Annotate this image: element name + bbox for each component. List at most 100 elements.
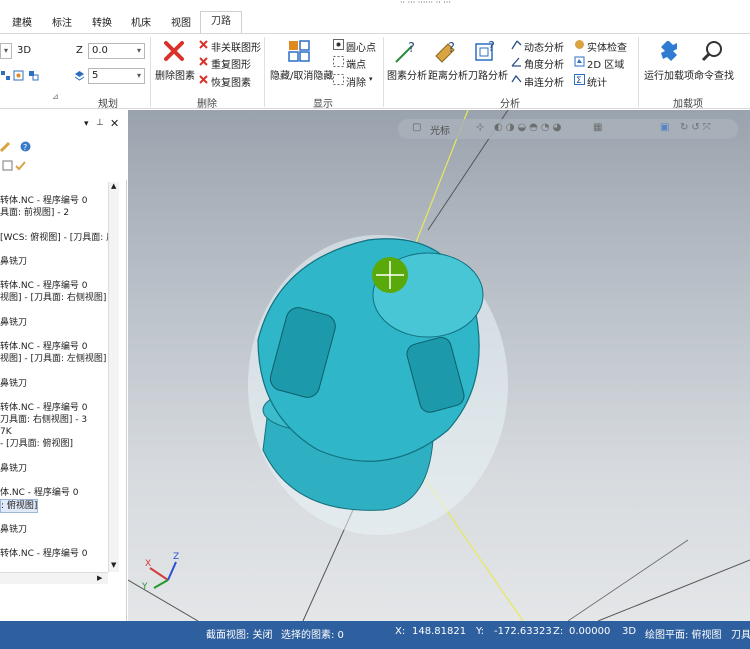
tree-line[interactable]: 鼻铣刀 <box>0 317 27 329</box>
toolpath-analysis-icon[interactable]: ? <box>474 40 498 67</box>
tab-transform[interactable]: 转换 <box>92 14 112 29</box>
horizontal-scrollbar[interactable]: ▶ <box>0 572 108 584</box>
view-icons[interactable]: ◐◑◒◓◔◕ <box>494 122 564 133</box>
axis-x-label: X <box>145 559 151 569</box>
chain-analysis-button[interactable]: 串连分析 <box>524 74 564 89</box>
tree-line[interactable]: 刀具面: 右侧视图] - 3 <box>0 414 87 426</box>
statistics-button[interactable]: 统计 <box>587 74 607 89</box>
clear-icon <box>333 74 344 85</box>
vertical-scrollbar[interactable]: ▲ ▼ <box>108 182 119 572</box>
mode-3d-status[interactable]: 3D <box>622 626 636 637</box>
graphics-viewport[interactable]: X Z Y ▢ 光标 ⊹ ◐◑◒◓◔◕ ▦ ▣ ↻↺⤧ <box>128 110 750 621</box>
tab-view[interactable]: 视图 <box>171 14 191 29</box>
tab-machine[interactable]: 机床 <box>131 14 151 29</box>
tree-line[interactable]: 转体.NC - 程序编号 0 <box>0 195 87 207</box>
z-depth-combo[interactable]: 0.0 ▾ <box>88 43 145 59</box>
run-addin-icon[interactable] <box>657 39 681 66</box>
help-icon[interactable]: ? <box>20 141 31 152</box>
axis-z-label: Z <box>173 552 179 562</box>
snap-icon[interactable] <box>13 70 24 81</box>
delete-entity-button[interactable]: 删除图素 <box>155 67 195 82</box>
distance-analysis-button[interactable]: 距离分析 <box>428 67 468 82</box>
clear-dropdown-icon[interactable]: ▾ <box>369 75 373 83</box>
tab-modeling[interactable]: 建模 <box>12 14 32 29</box>
area-2d-button[interactable]: 2D 区域 <box>587 56 624 71</box>
arc-center-button[interactable]: 圆心点 <box>346 39 376 54</box>
verify-icon[interactable] <box>15 160 26 171</box>
non-associated-button[interactable]: 非关联图形 <box>211 39 261 54</box>
planes-dialog-launcher-icon[interactable]: ⊿ <box>52 92 59 101</box>
solid-check-button[interactable]: 实体检查 <box>587 39 627 54</box>
tree-line[interactable]: 转体.NC - 程序编号 0 <box>0 280 87 292</box>
tree-line[interactable]: 转体.NC - 程序编号 0 <box>0 341 87 353</box>
command-finder-button[interactable]: 命令查找 <box>694 67 734 82</box>
tree-line[interactable]: 鼻铣刀 <box>0 524 27 536</box>
tree-line-selected[interactable]: : 俯视图] <box>0 499 39 513</box>
dynamic-analysis-button[interactable]: 动态分析 <box>524 39 564 54</box>
hide-unhide-button[interactable]: 隐藏/取消隐藏 <box>270 67 333 82</box>
group-label-delete: 删除 <box>197 99 217 110</box>
grid-icon[interactable] <box>0 70 11 81</box>
tree-line[interactable]: 鼻铣刀 <box>0 256 27 268</box>
tree-line[interactable]: 具面: 前视图] - 2 <box>0 207 69 219</box>
selection-icon[interactable]: ▣ <box>660 122 669 133</box>
cursor-label[interactable]: 光标 <box>430 122 450 137</box>
separator <box>383 37 384 107</box>
tool-plane-status[interactable]: 刀具 <box>731 626 750 641</box>
align-icon[interactable] <box>28 70 39 81</box>
close-icon[interactable]: ✕ <box>110 117 119 130</box>
section-view-status[interactable]: 截面视图: 关闭 <box>206 626 273 641</box>
entity-analysis-button[interactable]: 图素分析 <box>387 67 427 82</box>
duplicate-icon <box>198 56 209 67</box>
angle-analysis-button[interactable]: 角度分析 <box>524 56 564 71</box>
level-combo[interactable]: 5 ▾ <box>88 68 145 84</box>
delete-x-icon[interactable] <box>163 40 185 65</box>
dropdown-icon[interactable]: ▾ <box>84 119 89 129</box>
hide-unhide-icon[interactable] <box>288 40 310 65</box>
tree-line[interactable]: [WCS: 俯视图] - [刀具面: 后 <box>0 232 108 244</box>
restore-icon <box>198 74 209 85</box>
z-depth-value: 0.0 <box>92 45 108 56</box>
toolpath-analysis-button[interactable]: 刀路分析 <box>468 67 508 82</box>
distance-analysis-icon[interactable]: ? <box>434 40 458 67</box>
tree-line[interactable]: 7K <box>0 426 12 438</box>
tab-toolpaths[interactable]: 刀路 <box>200 11 242 33</box>
duplicate-button[interactable]: 重复图形 <box>211 56 251 71</box>
tree-line[interactable]: 鼻铣刀 <box>0 378 27 390</box>
plane-combo[interactable]: ▾ <box>0 43 12 59</box>
construction-plane-status[interactable]: 绘图平面: 俯视图 <box>645 626 722 641</box>
operations-tree[interactable]: 转体.NC - 程序编号 0 具面: 前视图] - 2 [WCS: 俯视图] -… <box>0 182 108 572</box>
rotate-icons[interactable]: ↻↺⤧ <box>680 122 714 133</box>
endpoints-icon <box>333 56 344 67</box>
toolpath-manager-panel: ▾ ⊥ ✕ ? 转体.NC - 程序编号 0 具面: 前视图] - 2 [WCS… <box>0 110 127 621</box>
tree-line[interactable]: 转体.NC - 程序编号 0 <box>0 548 87 560</box>
lock-icon[interactable]: ▢ <box>412 122 421 133</box>
pin-icon[interactable]: ⊥ <box>96 118 104 128</box>
clear-button[interactable]: 消除 <box>346 74 366 89</box>
group-label-addins: 加载项 <box>673 99 703 110</box>
command-finder-icon[interactable] <box>701 39 725 66</box>
scroll-down-icon[interactable]: ▼ <box>111 561 116 569</box>
snap-icon[interactable]: ⊹ <box>476 122 484 133</box>
tree-line[interactable]: 转体.NC - 程序编号 0 <box>0 402 87 414</box>
entity-analysis-icon[interactable]: ? <box>394 40 418 67</box>
scroll-right-icon[interactable]: ▶ <box>97 574 102 582</box>
display-mode-icon[interactable]: ▦ <box>593 122 602 133</box>
group-label-display: 显示 <box>313 99 333 110</box>
tree-line[interactable]: 鼻铣刀 <box>0 463 27 475</box>
scroll-up-icon[interactable]: ▲ <box>111 182 116 190</box>
panel-toolbar: ▾ ⊥ ✕ ? <box>0 110 127 180</box>
run-addin-button[interactable]: 运行加载项 <box>644 67 694 82</box>
group-label-planes: 规划 <box>98 99 118 110</box>
tool-icon[interactable] <box>2 160 13 171</box>
tab-annotate[interactable]: 标注 <box>52 14 72 29</box>
endpoints-button[interactable]: 端点 <box>346 56 366 71</box>
edit-icon[interactable] <box>0 141 11 153</box>
restore-button[interactable]: 恢复图素 <box>211 74 251 89</box>
tree-line[interactable]: - [刀具面: 俯视图] <box>0 438 73 450</box>
viewport-toolbar: ▢ 光标 ⊹ ◐◑◒◓◔◕ ▦ ▣ ↻↺⤧ <box>398 119 738 139</box>
scene: X Z Y <box>128 110 750 621</box>
tree-line[interactable]: 视图] - [刀具面: 左侧视图] <box>0 353 106 365</box>
tree-line[interactable]: 视图] - [刀具面: 右侧视图] <box>0 292 106 304</box>
tree-line[interactable]: 体.NC - 程序编号 0 <box>0 487 78 499</box>
